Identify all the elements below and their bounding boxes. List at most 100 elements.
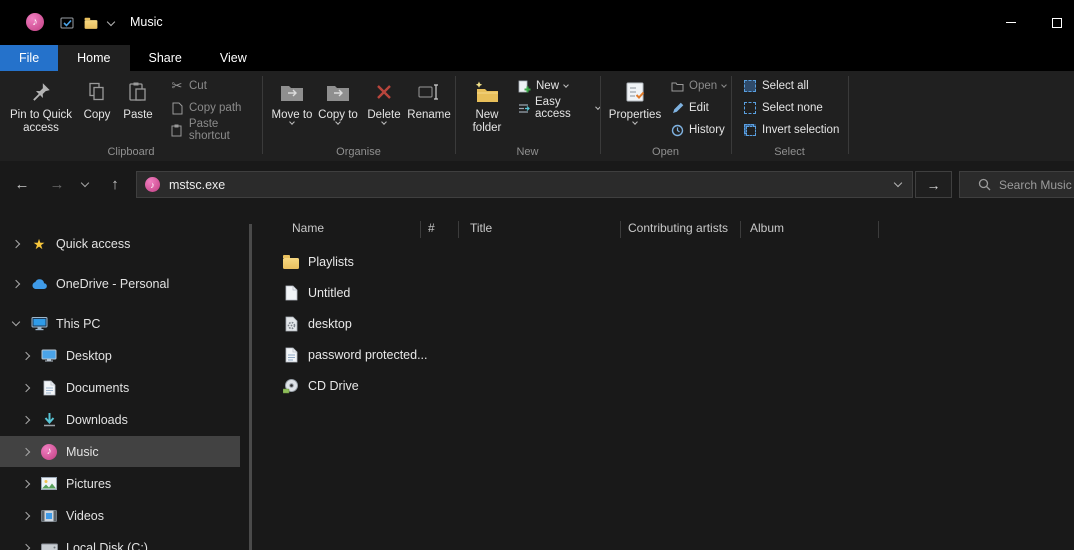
easy-access-button[interactable]: Easy access xyxy=(517,99,600,117)
music-note-icon: ♪ xyxy=(40,443,58,461)
up-button[interactable]: ↑ xyxy=(100,170,130,198)
expander[interactable] xyxy=(18,353,34,359)
rename-button[interactable]: Rename xyxy=(406,78,452,122)
copy-to-button[interactable]: Copy to xyxy=(316,78,360,124)
tab-share[interactable]: Share xyxy=(130,45,201,71)
maximize-button[interactable] xyxy=(1034,0,1074,45)
new-folder-button[interactable]: New folder xyxy=(465,78,509,135)
open-label: Open xyxy=(689,80,717,92)
tab-home[interactable]: Home xyxy=(58,45,129,71)
invert-selection-icon xyxy=(743,124,757,136)
quick-access-properties-button[interactable] xyxy=(58,14,76,32)
column-divider[interactable] xyxy=(458,221,459,238)
ribbon: Pin to Quick access Copy Paste ✂ Cut xyxy=(0,71,1074,161)
music-note-icon: ♪ xyxy=(145,177,160,192)
column-divider[interactable] xyxy=(878,221,879,238)
new-item-button[interactable]: New xyxy=(517,77,568,95)
sidebar-item-onedrive[interactable]: OneDrive - Personal xyxy=(0,268,240,299)
expander[interactable] xyxy=(8,241,24,247)
paste-shortcut-button[interactable]: Paste shortcut xyxy=(170,121,262,139)
column-header-name[interactable]: Name xyxy=(292,221,324,235)
explorer-window: ♪ Music File Home Share View Pin to Quic… xyxy=(0,0,1074,550)
tab-view[interactable]: View xyxy=(201,45,266,71)
edit-button[interactable]: Edit xyxy=(670,99,709,117)
hard-drive-icon xyxy=(40,539,58,550)
sidebar-item-videos[interactable]: Videos xyxy=(0,500,240,531)
select-all-label: Select all xyxy=(762,80,809,92)
column-header-album[interactable]: Album xyxy=(750,221,784,235)
invert-selection-button[interactable]: Invert selection xyxy=(743,121,839,139)
column-divider[interactable] xyxy=(740,221,741,238)
expander[interactable] xyxy=(8,322,24,325)
pin-to-quick-access-button[interactable]: Pin to Quick access xyxy=(6,78,76,135)
forward-button[interactable]: → xyxy=(42,170,72,198)
sidebar-item-pictures[interactable]: Pictures xyxy=(0,468,240,499)
app-icon: ♪ xyxy=(26,13,44,31)
cut-button[interactable]: ✂ Cut xyxy=(170,77,207,95)
expander[interactable] xyxy=(18,513,34,519)
desktop-icon xyxy=(40,347,58,365)
paste-button[interactable]: Paste xyxy=(118,78,158,122)
expander[interactable] xyxy=(18,385,34,391)
search-input[interactable]: Search Music xyxy=(959,171,1074,198)
select-none-button[interactable]: Select none xyxy=(743,99,823,117)
copy-label: Copy xyxy=(84,109,111,122)
address-dropdown-button[interactable] xyxy=(884,172,912,197)
sidebar-item-downloads[interactable]: Downloads xyxy=(0,404,240,435)
sidebar-label: Music xyxy=(66,445,99,459)
tab-file[interactable]: File xyxy=(0,45,58,71)
quick-access-toolbar-dropdown[interactable] xyxy=(104,14,118,32)
expander[interactable] xyxy=(18,417,34,423)
open-button[interactable]: Open xyxy=(670,77,726,95)
expander[interactable] xyxy=(8,281,24,287)
ribbon-tab-bar: File Home Share View xyxy=(0,45,1074,71)
quick-access-new-folder-button[interactable] xyxy=(82,14,100,32)
file-row-desktop[interactable]: desktop xyxy=(270,308,880,339)
sidebar-scrollbar[interactable] xyxy=(249,224,252,550)
file-row-playlists[interactable]: Playlists xyxy=(270,246,880,277)
copy-icon xyxy=(86,78,108,106)
column-header-title[interactable]: Title xyxy=(470,221,492,235)
file-name: Untitled xyxy=(308,286,350,300)
move-to-button[interactable]: Move to xyxy=(270,78,314,124)
properties-button[interactable]: Properties xyxy=(606,78,664,124)
copy-button[interactable]: Copy xyxy=(78,78,116,122)
address-path[interactable]: mstsc.exe xyxy=(169,178,225,192)
computer-icon xyxy=(30,315,48,333)
rename-icon xyxy=(418,78,440,106)
sidebar-item-local-disk-c[interactable]: Local Disk (C:) xyxy=(0,532,240,550)
expander[interactable] xyxy=(18,545,34,550)
column-divider[interactable] xyxy=(620,221,621,238)
column-header-number[interactable]: # xyxy=(428,221,435,235)
column-divider[interactable] xyxy=(420,221,421,238)
delete-button[interactable]: Delete xyxy=(364,78,404,124)
sidebar-label: Desktop xyxy=(66,349,112,363)
expander[interactable] xyxy=(18,449,34,455)
sidebar-item-desktop[interactable]: Desktop xyxy=(0,340,240,371)
delete-icon xyxy=(375,78,393,106)
file-row-password-protected[interactable]: password protected... xyxy=(270,339,880,370)
ribbon-group-select: Select all Select none Invert selection … xyxy=(731,71,848,161)
select-all-button[interactable]: Select all xyxy=(743,77,809,95)
sidebar-item-quick-access[interactable]: ★ Quick access xyxy=(0,228,240,259)
expander[interactable] xyxy=(18,481,34,487)
easy-access-icon xyxy=(517,102,530,115)
go-button[interactable]: → xyxy=(915,171,952,198)
address-bar[interactable]: ♪ mstsc.exe xyxy=(136,171,913,198)
chevron-down-icon xyxy=(563,82,569,88)
sidebar-item-music[interactable]: ♪ Music xyxy=(0,436,240,467)
history-button[interactable]: History xyxy=(670,121,725,139)
file-row-cd-drive[interactable]: CD Drive xyxy=(270,370,880,401)
copy-path-button[interactable]: Copy path xyxy=(170,99,241,117)
minimize-button[interactable] xyxy=(988,0,1034,45)
sidebar-label: This PC xyxy=(56,317,100,331)
recent-locations-dropdown[interactable] xyxy=(76,170,94,198)
chevron-right-icon xyxy=(22,479,30,487)
back-button[interactable]: ← xyxy=(7,170,37,198)
file-row-untitled[interactable]: Untitled xyxy=(270,277,880,308)
sidebar-item-this-pc[interactable]: This PC xyxy=(0,308,240,339)
column-header-contributing-artists[interactable]: Contributing artists xyxy=(628,221,728,235)
chevron-down-icon xyxy=(12,318,20,326)
cloud-icon xyxy=(30,275,48,293)
sidebar-item-documents[interactable]: Documents xyxy=(0,372,240,403)
